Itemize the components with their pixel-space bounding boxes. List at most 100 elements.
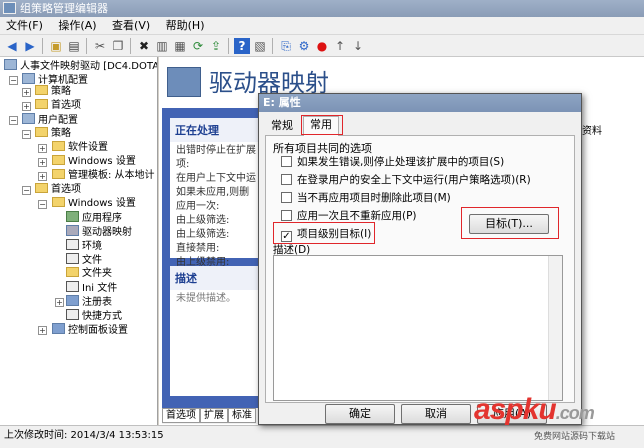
tree-item-folders[interactable]: 文件夹 xyxy=(66,267,112,281)
toolbar-separator xyxy=(42,38,43,54)
column-header[interactable]: 资料 xyxy=(582,122,602,137)
settings-icon[interactable]: ⚙ xyxy=(296,38,312,54)
expand-toggle[interactable]: + xyxy=(22,88,31,97)
tree-item-applications[interactable]: 应用程序 xyxy=(66,211,122,225)
new-item-icon[interactable]: ⎘ xyxy=(278,38,294,54)
tab-extended[interactable]: 扩展 xyxy=(200,408,228,423)
tree-item-control-panel[interactable]: 控制面板设置 xyxy=(52,323,128,337)
export-icon[interactable]: ⇪ xyxy=(208,38,224,54)
collapse-toggle[interactable]: − xyxy=(9,76,18,85)
menu-help[interactable]: 帮助(H) xyxy=(160,17,211,33)
watermark-tagline: 免费网站源码下载站 xyxy=(534,432,616,442)
tree-item-shortcuts[interactable]: 快捷方式 xyxy=(66,309,122,323)
status-text: 上次修改时间: 2014/3/4 13:53:15 xyxy=(4,430,164,441)
tree-root[interactable]: 人事文件映射驱动 [DC4.DOTA.C xyxy=(4,59,158,73)
show-tree-icon[interactable]: ▤ xyxy=(66,38,82,54)
option-label: 当不再应用项目时删除此项目(M) xyxy=(297,192,451,204)
view-icon[interactable]: ▧ xyxy=(252,38,268,54)
watermark: aspku.com 免费网站源码下载站 xyxy=(448,393,644,445)
expand-toggle[interactable]: + xyxy=(38,326,47,335)
print-icon[interactable]: ▦ xyxy=(172,38,188,54)
move-down-icon[interactable]: ↓ xyxy=(350,38,366,54)
menu-action[interactable]: 操作(A) xyxy=(52,17,102,33)
properties-icon[interactable]: ▥ xyxy=(154,38,170,54)
collapse-toggle[interactable]: − xyxy=(9,116,18,125)
folder-icon xyxy=(52,155,65,165)
menu-view[interactable]: 查看(V) xyxy=(106,17,156,33)
tree-item-environment[interactable]: 环境 xyxy=(66,239,102,253)
collapse-toggle[interactable]: − xyxy=(22,130,31,139)
option-run-in-user-context[interactable]: 在登录用户的安全上下文中运行(用户策略选项)(R) xyxy=(281,173,531,187)
checkbox[interactable] xyxy=(281,156,292,167)
tree-item-admin-templates[interactable]: 管理模板: 从本地计 xyxy=(52,169,155,183)
checkbox[interactable] xyxy=(281,174,292,185)
tree-item-policies[interactable]: 策略 xyxy=(35,127,71,141)
tab-standard[interactable]: 标准 xyxy=(228,408,256,423)
option-label: 在登录用户的安全上下文中运行(用户策略选项)(R) xyxy=(297,174,531,186)
help-icon[interactable]: ? xyxy=(234,38,250,54)
delete-icon[interactable]: ✖ xyxy=(136,38,152,54)
expand-toggle[interactable]: + xyxy=(55,298,64,307)
option-stop-on-error[interactable]: 如果发生错误,则停止处理该扩展中的项目(S) xyxy=(281,155,504,169)
tree-label: 策略 xyxy=(51,86,71,97)
tree-item-windows-settings[interactable]: Windows 设置 xyxy=(52,197,136,211)
window-title: 组策略管理编辑器 xyxy=(20,2,108,15)
application-icon xyxy=(66,211,79,222)
view-tabs: 首选项 扩展 标准 xyxy=(162,408,272,424)
description-textarea[interactable] xyxy=(273,255,563,401)
collapse-toggle[interactable]: − xyxy=(22,186,31,195)
drive-map-icon xyxy=(167,67,201,97)
watermark-suffix: .com xyxy=(555,403,595,423)
expand-toggle[interactable]: + xyxy=(22,102,31,111)
tree-item-policies[interactable]: 策略 xyxy=(35,85,71,99)
cut-icon[interactable]: ✂ xyxy=(92,38,108,54)
tree-label: 驱动器映射 xyxy=(82,227,132,238)
option-label: 如果发生错误,则停止处理该扩展中的项目(S) xyxy=(297,156,505,168)
tree-label: 软件设置 xyxy=(68,142,108,153)
ok-button[interactable]: 确定 xyxy=(325,404,395,424)
tree-label: Windows 设置 xyxy=(68,156,136,167)
back-icon[interactable]: ◀ xyxy=(4,38,20,54)
checkbox[interactable] xyxy=(281,210,292,221)
control-panel-icon xyxy=(52,323,65,334)
expand-toggle[interactable]: + xyxy=(38,158,47,167)
expand-toggle[interactable]: + xyxy=(38,172,47,181)
tree-item-drive-maps[interactable]: 驱动器映射 xyxy=(66,225,132,239)
tree-item-files[interactable]: 文件 xyxy=(66,253,102,267)
collapse-toggle[interactable]: − xyxy=(38,200,47,209)
tree-item-preferences[interactable]: 首选项 xyxy=(35,183,81,197)
tree-item-windows-settings[interactable]: Windows 设置 xyxy=(52,155,136,169)
scrollbar[interactable] xyxy=(548,256,562,400)
policy-icon xyxy=(4,59,17,70)
forward-icon[interactable]: ▶ xyxy=(22,38,38,54)
folder-icon xyxy=(35,183,48,193)
tree-item-ini-files[interactable]: Ini 文件 xyxy=(66,281,117,295)
stop-icon[interactable]: ● xyxy=(314,38,330,54)
tree-label: 应用程序 xyxy=(82,213,122,224)
tree-label: Windows 设置 xyxy=(68,198,136,209)
folder-icon xyxy=(66,267,79,277)
tree-item-user-config[interactable]: 用户配置 xyxy=(22,113,78,127)
up-folder-icon[interactable]: ▣ xyxy=(48,38,64,54)
copy-icon[interactable]: ❐ xyxy=(110,38,126,54)
checkbox[interactable] xyxy=(281,192,292,203)
tree-label: 文件 xyxy=(82,255,102,266)
tree-item-software-settings[interactable]: 软件设置 xyxy=(52,141,108,155)
navigation-tree: 人事文件映射驱动 [DC4.DOTA.C − 计算机配置 + 策略 + 首选项 … xyxy=(0,57,158,425)
menu-file[interactable]: 文件(F) xyxy=(0,17,49,33)
registry-icon xyxy=(66,295,79,306)
tab-preferences[interactable]: 首选项 xyxy=(162,408,200,423)
tree-root-label: 人事文件映射驱动 [DC4.DOTA.C xyxy=(20,61,158,72)
expand-toggle[interactable]: + xyxy=(38,144,47,153)
tab-general[interactable]: 常规 xyxy=(265,118,299,136)
folder-icon xyxy=(52,197,65,207)
refresh-icon[interactable]: ⟳ xyxy=(190,38,206,54)
toolbar: ◀ ▶ ▣ ▤ ✂ ❐ ✖ ▥ ▦ ⟳ ⇪ ? ▧ ⎘ ⚙ ● ↑ ↓ xyxy=(0,35,644,57)
tree-label: 环境 xyxy=(82,241,102,252)
option-remove-when-not-applied[interactable]: 当不再应用项目时删除此项目(M) xyxy=(281,191,451,205)
move-up-icon[interactable]: ↑ xyxy=(332,38,348,54)
drive-icon xyxy=(66,225,79,236)
option-apply-once[interactable]: 应用一次且不重新应用(P) xyxy=(281,209,417,223)
tree-item-preferences[interactable]: 首选项 xyxy=(35,99,81,113)
tree-item-registry[interactable]: 注册表 xyxy=(66,295,112,309)
